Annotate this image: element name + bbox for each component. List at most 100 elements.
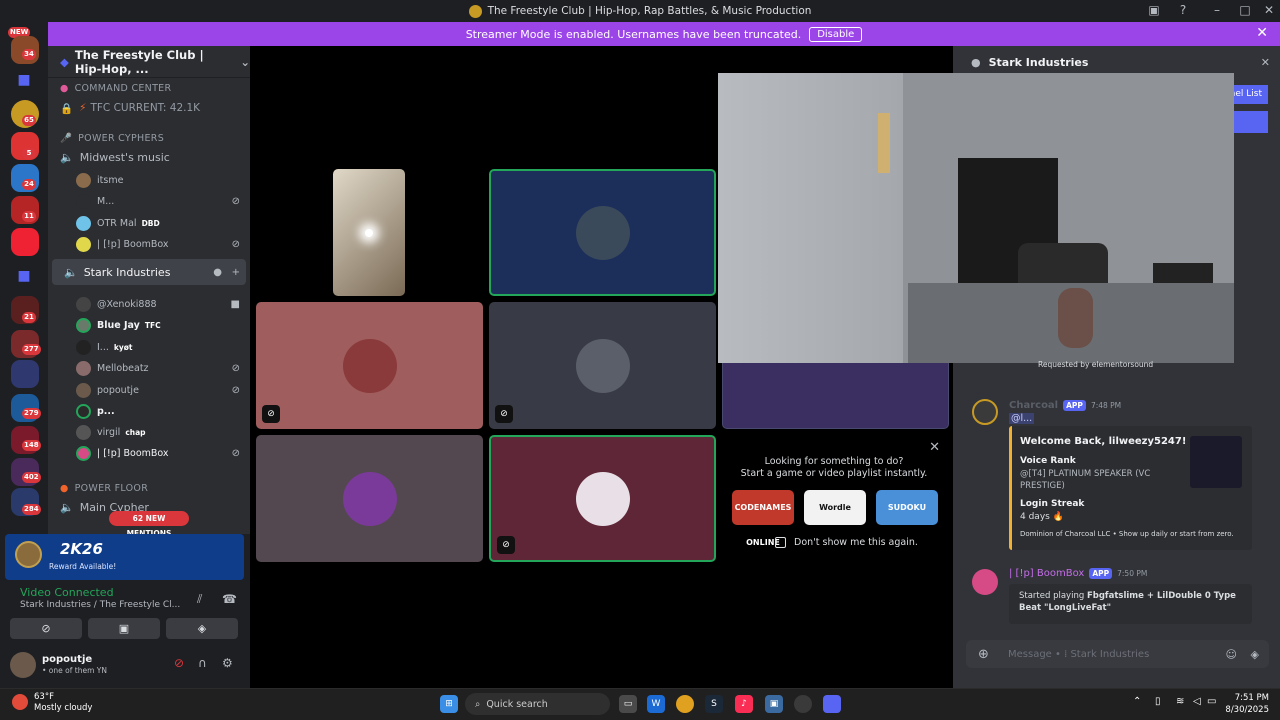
avatar[interactable] [972, 569, 998, 595]
voice-member[interactable]: p... [48, 400, 250, 422]
folder-icon[interactable]: ■ [14, 268, 34, 288]
maximize-button[interactable]: □ [1235, 3, 1255, 17]
member-tag: DBD [141, 218, 160, 228]
channel-midwest-music[interactable]: 🔈 Midwest's music [48, 146, 250, 168]
checkbox[interactable] [775, 537, 786, 548]
voice-member[interactable]: I... kyøt [48, 336, 250, 358]
author-name[interactable]: | [!p] BoomBox [1009, 568, 1084, 579]
disconnect-icon[interactable]: ☎ [222, 592, 237, 606]
tray-chevron-icon[interactable]: ⌃ [1133, 696, 1141, 707]
username[interactable]: popoutje [42, 654, 92, 665]
start-button[interactable]: ⊞ [440, 695, 458, 713]
focused-video-stream[interactable] [718, 73, 1234, 363]
channel-stark-industries[interactable]: 🔈 Stark Industries ● + [52, 259, 246, 285]
voice-member[interactable]: @Xenoki888 ■ [48, 293, 250, 315]
muted-mic-icon: ⊘ [497, 536, 515, 554]
avatar[interactable] [10, 652, 36, 678]
nba-2k26-promo[interactable]: 2K26 Reward Available! [5, 534, 244, 580]
voice-member[interactable]: virgil chap [48, 421, 250, 443]
voice-member[interactable]: OTR Mal DBD [48, 212, 250, 234]
voice-status[interactable]: Video Connected [20, 586, 114, 599]
chat-icon[interactable]: ● [213, 267, 222, 278]
weather-widget[interactable]: 63°F Mostly cloudy [34, 692, 92, 714]
video-tile[interactable] [489, 169, 716, 296]
message-input[interactable]: ⊕ Message • ⁞ Stark Industries ☺ ◈ [966, 640, 1269, 668]
voice-member[interactable]: itsme [48, 169, 250, 191]
voice-location[interactable]: Stark Industries / The Freestyle Cl... [20, 600, 180, 610]
disable-streamer-mode-button[interactable]: Disable [809, 26, 863, 42]
mute-mic-icon[interactable]: ⊘ [174, 656, 184, 670]
server-logo-icon [468, 4, 482, 18]
embed-field-value: @[T4] PLATINUM SPEAKER (VC PRESTIGE) [1020, 469, 1151, 491]
server-header[interactable]: ◆ The Freestyle Club | Hip-Hop, ... ⌄ [48, 46, 250, 78]
game-wordle[interactable]: Wordle [804, 490, 866, 525]
user-mention[interactable]: @l... [1009, 413, 1035, 424]
channel-tfc-current[interactable]: 🔒 ⚡ TFC CURRENT: 42.1K [48, 97, 250, 119]
minimize-button[interactable]: – [1207, 3, 1227, 17]
taskbar-clock[interactable]: 7:51 PM 8/30/2025 [1221, 692, 1269, 716]
app-icon[interactable]: W [647, 695, 665, 713]
game-sudoku[interactable]: SUDOKU [876, 490, 938, 525]
video-tile[interactable]: ⊘ [256, 302, 483, 429]
help-icon[interactable]: ? [1173, 3, 1193, 17]
chrome-icon[interactable] [676, 695, 694, 713]
game-codenames[interactable]: CODENAMES ONLINE [732, 490, 794, 547]
channel-label: TFC CURRENT: 42.1K [90, 102, 201, 114]
voice-member[interactable]: | [!p] BoomBox ⊘ [48, 233, 250, 255]
taskbar-search[interactable]: ⌕ Quick search [465, 693, 610, 715]
voice-member[interactable]: M... ⊘ [48, 190, 250, 212]
discord-icon[interactable] [823, 695, 841, 713]
voice-member[interactable]: Blue Jay TFC [48, 314, 250, 336]
server-icon[interactable] [11, 228, 39, 256]
video-tile[interactable]: ⊘ [489, 435, 716, 562]
app-icon[interactable] [794, 695, 812, 713]
weather-icon[interactable] [12, 694, 28, 710]
clock-date: 8/30/2025 [1225, 705, 1269, 715]
voice-member[interactable]: popoutje ⊘ [48, 379, 250, 401]
mic-tray-icon[interactable]: ▯ [1155, 696, 1161, 707]
add-attachment-icon[interactable]: ⊕ [978, 647, 989, 662]
deafened-icon: ⊘ [231, 447, 240, 459]
category-label: COMMAND CENTER [74, 82, 172, 94]
close-icon[interactable]: ✕ [929, 440, 940, 455]
dont-show-label: Don't show me this again. [794, 537, 918, 548]
wifi-icon[interactable]: ≋ [1176, 696, 1184, 707]
battery-icon[interactable]: ▭ [1207, 696, 1216, 707]
volume-icon[interactable]: ◁ [1193, 696, 1201, 707]
music-icon[interactable]: ♪ [735, 695, 753, 713]
voice-member[interactable]: Mellobeatz ⊘ [48, 357, 250, 379]
activity-button[interactable]: ◈ [166, 618, 238, 639]
noise-suppression-icon[interactable]: ⫽ [197, 592, 202, 607]
category-command-center[interactable]: ● COMMAND CENTER [48, 77, 250, 99]
add-user-icon[interactable]: + [232, 267, 240, 278]
dont-show-checkbox[interactable]: Don't show me this again. [775, 537, 918, 548]
voice-member[interactable]: | [!p] BoomBox ⊘ [48, 442, 250, 464]
folder-icon[interactable]: ■ [14, 72, 34, 92]
gamepad-icon[interactable]: ◈ [1251, 648, 1259, 661]
gear-icon[interactable]: ⚙ [222, 656, 233, 670]
avatar[interactable] [972, 399, 998, 425]
video-tile[interactable] [256, 435, 483, 562]
close-chat-icon[interactable]: ✕ [1261, 56, 1270, 69]
task-view-icon[interactable]: ▭ [619, 695, 637, 713]
avatar [76, 172, 91, 188]
video-icon: ■ [230, 298, 240, 310]
new-mentions-pill[interactable]: 62 NEW MENTIONS [109, 511, 189, 538]
video-tile-camera[interactable] [333, 169, 405, 296]
headphones-icon[interactable]: ∩ [198, 656, 207, 670]
video-tile[interactable]: ⊘ [489, 302, 716, 429]
close-window-button[interactable]: ✕ [1259, 3, 1279, 17]
emoji-icon[interactable]: ☺ [1226, 648, 1237, 661]
close-banner-icon[interactable]: ✕ [1256, 25, 1268, 41]
chevron-down-icon: ⌄ [240, 54, 250, 69]
weather-condition: Mostly cloudy [34, 703, 93, 713]
server-icon[interactable] [11, 360, 39, 388]
activity-line-1: Looking for something to do? [764, 456, 904, 467]
photos-icon[interactable]: ▣ [765, 695, 783, 713]
inbox-icon[interactable]: ▣ [1144, 3, 1164, 17]
steam-icon[interactable]: S [705, 695, 723, 713]
screen-share-button[interactable]: ▣ [88, 618, 160, 639]
lamp-light [878, 113, 890, 173]
camera-toggle-button[interactable]: ⊘ [10, 618, 82, 639]
author-name[interactable]: Charcoal [1009, 400, 1058, 411]
